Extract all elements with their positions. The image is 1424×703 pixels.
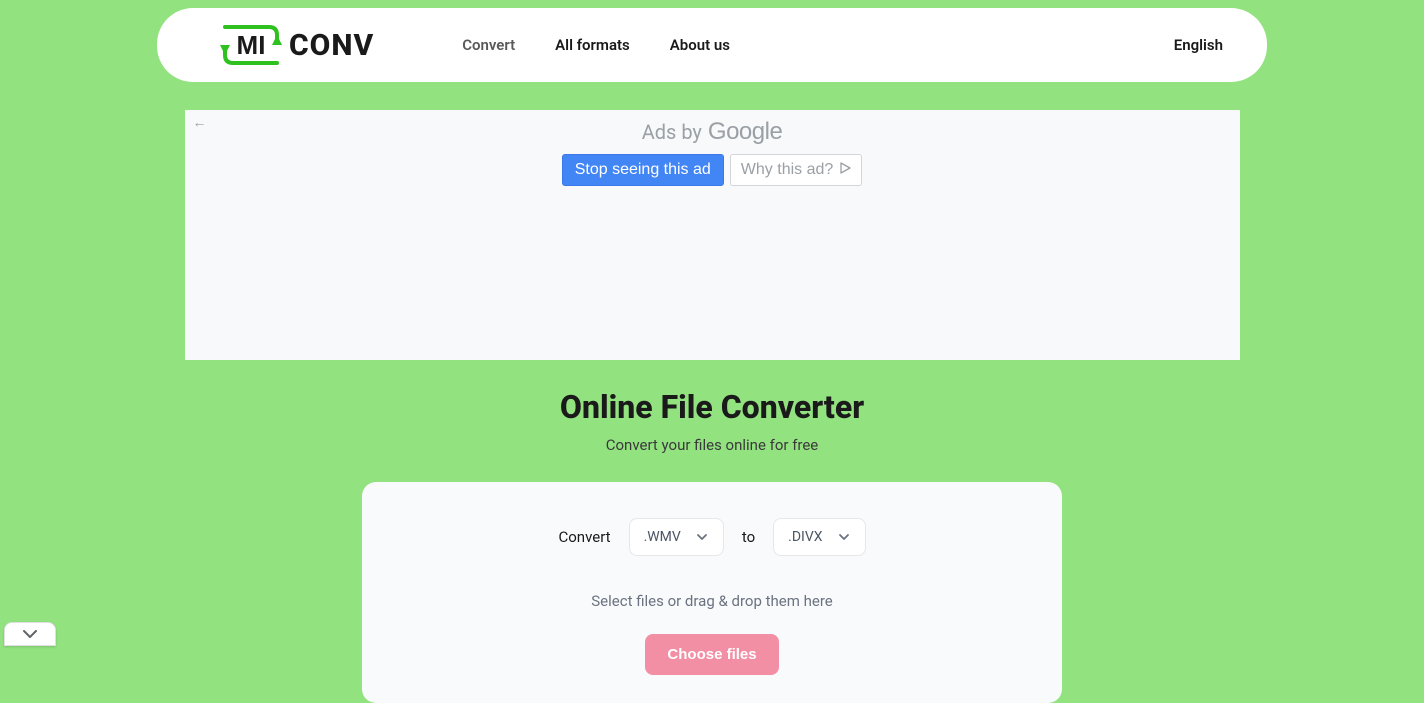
main-nav: Convert All formats About us [462,36,730,54]
page-subtitle: Convert your files online for free [0,436,1424,454]
chevron-down-icon [695,530,709,544]
adchoices-icon [839,161,851,179]
ad-container: ← Ads by Google Stop seeing this ad Why … [185,110,1240,360]
nav-convert[interactable]: Convert [462,36,515,54]
to-format-select[interactable]: .DIVX [773,518,865,556]
why-ad-button[interactable]: Why this ad? [730,154,862,186]
collapse-widget[interactable] [4,622,56,646]
to-format-value: .DIVX [788,529,822,545]
logo-conv-text: CONV [289,28,374,63]
to-label: to [742,528,755,546]
drop-instructions: Select files or drag & drop them here [382,592,1042,610]
choose-files-button[interactable]: Choose files [645,634,778,675]
logo-mi-icon: MI [217,21,287,69]
language-selector[interactable]: English [1174,36,1223,54]
ad-label: Ads by [642,120,702,144]
from-format-select[interactable]: .WMV [629,518,724,556]
nav-all-formats[interactable]: All formats [555,36,630,54]
convert-label: Convert [558,528,610,546]
nav-about[interactable]: About us [670,36,730,54]
ad-attribution: Ads by Google [185,118,1240,146]
google-logo: Google [708,118,782,146]
svg-text:MI: MI [237,30,266,60]
site-header: MI CONV Convert All formats About us Eng… [157,8,1267,82]
ad-controls: Stop seeing this ad Why this ad? [185,154,1240,186]
converter-card: Convert .WMV to .DIVX Select files or dr… [362,482,1062,703]
format-selectors: Convert .WMV to .DIVX [382,518,1042,556]
page-headline: Online File Converter Convert your files… [0,388,1424,454]
why-ad-label: Why this ad? [741,161,833,179]
page-title: Online File Converter [0,388,1424,426]
stop-ad-button[interactable]: Stop seeing this ad [562,154,724,186]
from-format-value: .WMV [644,529,681,545]
ad-back-arrow-icon[interactable]: ← [193,114,207,131]
logo[interactable]: MI CONV [217,21,374,69]
chevron-down-icon [22,629,38,639]
chevron-down-icon [837,530,851,544]
